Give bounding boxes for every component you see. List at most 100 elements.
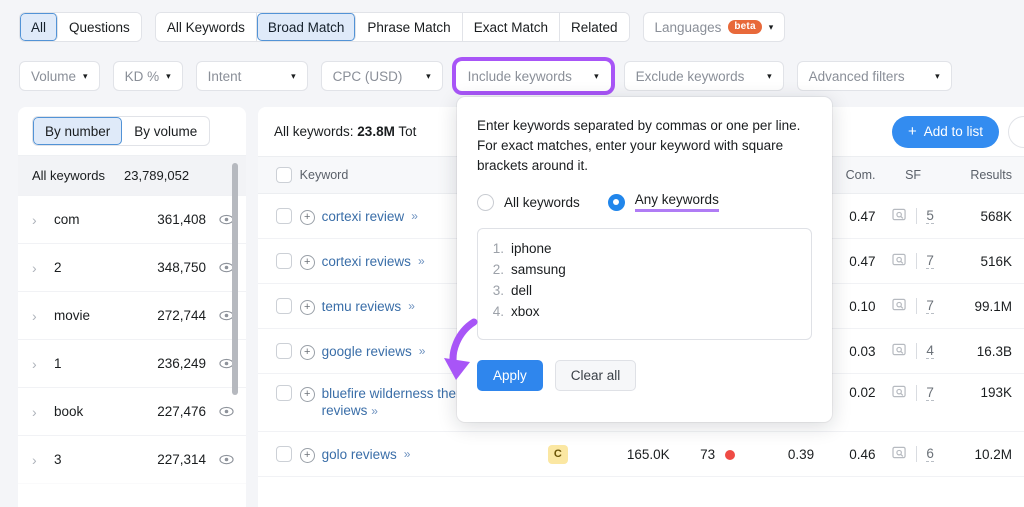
chevron-right-icon[interactable]: › xyxy=(32,309,54,323)
tab-related[interactable]: Related xyxy=(559,13,629,41)
filter-advanced-filters[interactable]: Advanced filters ▾ xyxy=(796,61,952,91)
filter-exclude-keywords[interactable]: Exclude keywords ▾ xyxy=(623,61,784,91)
row-keyword-link[interactable]: cortexi review xyxy=(322,208,405,225)
keyword-line: 4. xbox xyxy=(490,301,799,322)
sidebar-group-row[interactable]: › 3 227,314 xyxy=(18,435,246,483)
double-chevron-icon[interactable]: » xyxy=(371,404,378,418)
sidebar-group-row[interactable]: › 2 348,750 xyxy=(18,243,246,291)
double-chevron-icon[interactable]: » xyxy=(418,254,425,268)
eye-icon[interactable] xyxy=(206,262,246,273)
add-keyword-icon[interactable]: + xyxy=(299,344,315,360)
row-sf-value[interactable]: 6 xyxy=(926,446,934,462)
add-to-list-button[interactable]: + Add to list xyxy=(891,115,999,148)
column-header-results[interactable]: Results xyxy=(951,168,1024,182)
eye-icon[interactable] xyxy=(206,310,246,321)
keyword-line-number: 1. xyxy=(492,241,504,256)
intent-badge[interactable]: C xyxy=(547,444,568,464)
add-keyword-icon[interactable]: + xyxy=(299,209,315,225)
eye-icon[interactable] xyxy=(206,406,246,417)
chevron-right-icon[interactable]: › xyxy=(32,357,54,371)
filter-cpc[interactable]: CPC (USD) ▾ xyxy=(320,61,443,91)
row-checkbox[interactable] xyxy=(275,446,292,462)
sidebar-scrollbar[interactable] xyxy=(232,163,238,395)
filter-intent[interactable]: Intent ▾ xyxy=(195,61,308,91)
tab-exact-match[interactable]: Exact Match xyxy=(462,13,560,41)
row-sf-value[interactable]: 5 xyxy=(926,208,934,224)
row-sf-value[interactable]: 7 xyxy=(926,298,934,314)
row-keyword-link[interactable]: cortexi reviews xyxy=(322,253,411,270)
beta-badge: beta xyxy=(728,19,762,35)
row-sf-value[interactable]: 4 xyxy=(926,343,934,359)
row-checkbox[interactable] xyxy=(275,208,292,224)
serp-features-icon[interactable] xyxy=(892,343,907,359)
row-sf-cell: 7 xyxy=(876,385,951,401)
double-chevron-icon[interactable]: » xyxy=(411,209,418,223)
eye-icon[interactable] xyxy=(206,214,246,225)
filter-volume[interactable]: Volume ▾ xyxy=(19,61,100,91)
keyword-line-number: 2. xyxy=(492,262,504,277)
sidebar-tab-by-number[interactable]: By number xyxy=(33,117,123,145)
row-checkbox[interactable] xyxy=(275,385,292,401)
serp-features-icon[interactable] xyxy=(892,298,907,314)
add-keyword-icon[interactable]: + xyxy=(299,447,315,463)
row-checkbox[interactable] xyxy=(275,343,292,359)
filter-include-keywords[interactable]: Include keywords ▾ xyxy=(455,61,611,91)
radio-icon[interactable] xyxy=(477,193,494,211)
apply-button[interactable]: Apply xyxy=(477,360,543,391)
row-sf-value[interactable]: 7 xyxy=(926,385,934,401)
keyword-line: 1. iphone xyxy=(490,238,799,259)
row-keyword-link[interactable]: google reviews xyxy=(322,343,412,360)
serp-features-icon[interactable] xyxy=(892,446,907,462)
keyword-line-value: dell xyxy=(511,283,533,298)
eye-icon[interactable] xyxy=(206,454,246,465)
languages-dropdown[interactable]: Languages beta ▾ xyxy=(642,12,786,42)
column-header-sf[interactable]: SF xyxy=(876,168,951,182)
chevron-right-icon[interactable]: › xyxy=(32,213,54,227)
match-mode-radio-group: All keywords Any keywords xyxy=(477,192,812,212)
sidebar-tab-by-volume[interactable]: By volume xyxy=(122,117,209,145)
sidebar-group-row[interactable]: › movie 272,744 xyxy=(18,291,246,339)
serp-features-icon[interactable] xyxy=(892,253,907,269)
clear-all-button[interactable]: Clear all xyxy=(554,360,637,391)
keyword-line-number: 3. xyxy=(492,283,504,298)
sidebar-group-row[interactable]: › book 227,476 xyxy=(18,387,246,435)
serp-features-icon[interactable] xyxy=(892,385,907,401)
chevron-right-icon[interactable]: › xyxy=(32,453,54,467)
sidebar-group-name: book xyxy=(54,404,84,419)
chevron-right-icon[interactable]: › xyxy=(32,405,54,419)
sidebar-group-row[interactable]: › com 361,408 xyxy=(18,195,246,243)
add-keyword-icon[interactable]: + xyxy=(299,254,315,270)
serp-features-icon[interactable] xyxy=(892,208,907,224)
export-button[interactable] xyxy=(1008,115,1024,148)
double-chevron-icon[interactable]: » xyxy=(419,344,426,358)
sidebar-group-count: 361,408 xyxy=(157,212,206,227)
chevron-right-icon[interactable]: › xyxy=(32,261,54,275)
sidebar-group-row[interactable]: › 1 236,249 xyxy=(18,339,246,387)
add-keyword-icon[interactable]: + xyxy=(299,387,315,402)
row-checkbox[interactable] xyxy=(275,253,292,269)
table-row[interactable]: + golo reviews » C 165.0K 73 0.39 0.46 6… xyxy=(258,432,1024,477)
sidebar-group-row[interactable] xyxy=(18,483,246,507)
row-keyword-link[interactable]: golo reviews xyxy=(322,446,397,463)
tab-all[interactable]: All xyxy=(20,13,59,41)
keyword-line-number: 4. xyxy=(492,304,504,319)
double-chevron-icon[interactable]: » xyxy=(404,447,411,461)
tab-all-keywords[interactable]: All Keywords xyxy=(155,13,257,41)
radio-icon-selected[interactable] xyxy=(607,193,625,211)
sidebar-all-keywords-row[interactable]: All keywords 23,789,052 xyxy=(18,155,246,195)
eye-icon[interactable] xyxy=(206,358,246,369)
tab-phrase-match[interactable]: Phrase Match xyxy=(356,13,463,41)
radio-any-keywords[interactable]: Any keywords xyxy=(607,192,719,212)
add-keyword-icon[interactable]: + xyxy=(299,299,315,315)
row-checkbox[interactable] xyxy=(275,298,292,314)
row-keyword-link[interactable]: temu reviews xyxy=(322,298,402,315)
double-chevron-icon[interactable]: » xyxy=(408,299,415,313)
tab-questions[interactable]: Questions xyxy=(58,13,141,41)
tab-broad-match[interactable]: Broad Match xyxy=(256,13,357,41)
filter-kd[interactable]: KD % ▾ xyxy=(112,61,183,91)
row-sf-value[interactable]: 7 xyxy=(926,253,934,269)
keywords-textarea[interactable]: 1. iphone 2. samsung 3. dell 4. xbox xyxy=(477,228,812,340)
radio-all-keywords[interactable]: All keywords xyxy=(477,193,580,211)
select-all-checkbox[interactable] xyxy=(275,167,292,183)
sidebar-group-name: 1 xyxy=(54,356,62,371)
